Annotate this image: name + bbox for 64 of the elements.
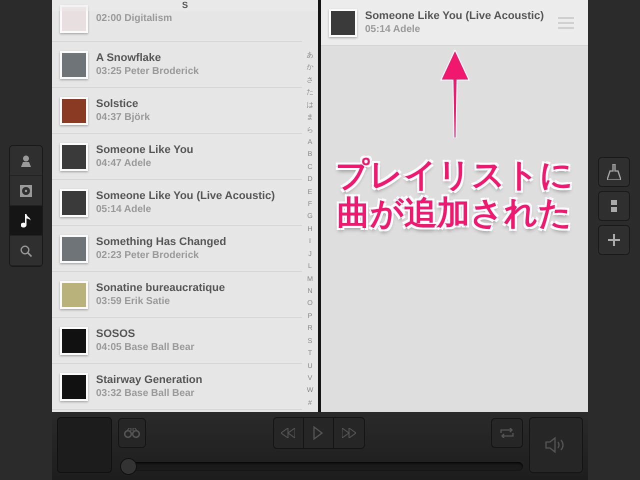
binoculars-button[interactable] — [118, 418, 146, 448]
song-subtitle: 05:14 Adele — [96, 204, 152, 215]
song-title: Someone Like You — [96, 144, 194, 156]
song-subtitle: 04:37 Björk — [96, 112, 150, 123]
album-art-placeholder — [60, 188, 88, 216]
song-row[interactable]: Someone Like You (Live Acoustic) 05:14 Adele — [52, 180, 302, 226]
annotation-text: プレイリストに — [336, 156, 574, 194]
slider-thumb[interactable] — [120, 458, 137, 475]
song-title: Someone Like You (Live Acoustic) — [365, 10, 544, 22]
album-art-placeholder — [329, 8, 357, 36]
album-art-placeholder — [60, 96, 88, 124]
volume-button[interactable] — [529, 417, 583, 473]
repeat-button[interactable] — [491, 418, 523, 448]
song-row[interactable]: Solstice 04:37 Björk — [52, 88, 302, 134]
song-subtitle: 04:05 Base Ball Bear — [96, 342, 194, 353]
song-title: SOSOS — [96, 328, 136, 340]
album-art-placeholder — [60, 326, 88, 354]
side-action-button[interactable] — [598, 157, 630, 187]
song-row[interactable]: SOSOS 04:05 Base Ball Bear — [52, 318, 302, 364]
song-subtitle: 03:59 Erik Satie — [96, 296, 171, 307]
drag-handle-icon[interactable] — [558, 16, 574, 28]
fast-forward-icon — [342, 428, 356, 438]
repeat-icon — [500, 428, 514, 438]
song-row[interactable]: Sonatine bureaucratique 03:59 Erik Satie — [52, 272, 302, 318]
progress-slider[interactable] — [120, 458, 523, 475]
album-art-placeholder — [60, 142, 88, 170]
side-action-button[interactable] — [598, 225, 630, 255]
song-subtitle: 02:00 Digitalism — [96, 13, 172, 24]
album-art-placeholder — [60, 50, 88, 78]
album-art-placeholder — [60, 372, 88, 400]
song-title: Solstice — [96, 98, 140, 110]
album-art-placeholder — [60, 4, 88, 32]
side-action-button[interactable] — [598, 191, 630, 221]
album-art-placeholder — [60, 280, 88, 308]
song-subtitle: 04:47 Adele — [96, 158, 152, 169]
song-row[interactable]: A Snowflake 03:25 Peter Broderick — [52, 42, 302, 88]
song-row[interactable]: Something Has Changed 02:23 Peter Broderick — [52, 226, 302, 272]
song-subtitle: 02:23 Peter Broderick — [96, 250, 200, 261]
song-row[interactable]: Stairway Generation 03:32 Base Ball Bear — [52, 364, 302, 410]
nav-tab[interactable] — [10, 206, 42, 236]
song-row[interactable]: Someone Like You 04:47 Adele — [52, 134, 302, 180]
rewind-icon — [281, 428, 295, 438]
person-icon — [20, 154, 32, 166]
dots-icon — [611, 199, 617, 213]
search-icon — [20, 244, 32, 256]
song-subtitle: 05:14 Adele — [365, 24, 422, 35]
album-art-placeholder — [60, 234, 88, 262]
song-title: Something Has Changed — [96, 236, 226, 248]
binoculars-icon — [124, 428, 140, 438]
song-subtitle: 03:25 Peter Broderick — [96, 66, 199, 77]
play-icon — [313, 426, 323, 440]
song-subtitle: 03:32 Base Ball Bear — [96, 388, 196, 399]
plus-icon — [608, 234, 620, 246]
song-row[interactable]: Someone Like You (Live Acoustic) 05:14 Adele — [321, 0, 588, 46]
now-playing-art — [57, 417, 112, 473]
song-title: A Snowflake — [96, 52, 162, 64]
disc-icon — [20, 184, 32, 196]
annotation-text: 曲が追加された — [337, 194, 572, 232]
song-title: Sonatine bureaucratique — [96, 282, 225, 294]
nav-tab[interactable] — [10, 146, 42, 176]
broom-icon — [607, 164, 621, 180]
song-title: Stairway Generation — [96, 374, 202, 386]
music-note-icon — [21, 214, 31, 228]
song-title: Someone Like You (Live Acoustic) — [96, 190, 275, 202]
